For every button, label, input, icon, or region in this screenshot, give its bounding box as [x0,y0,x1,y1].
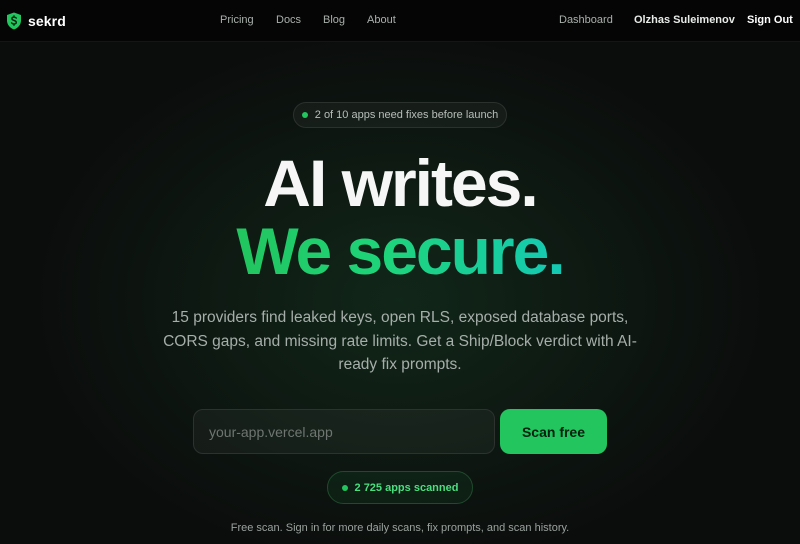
user-profile-link[interactable]: Olzhas Suleimenov [634,14,735,26]
nav-link-pricing[interactable]: Pricing [220,14,254,26]
brand-logo-link[interactable]: sekrd [6,11,66,31]
nav-link-about[interactable]: About [367,14,396,26]
apps-scanned-count: 2 725 apps scanned [354,481,459,494]
hero-description: 15 providers find leaked keys, open RLS,… [163,309,637,373]
scan-free-button[interactable]: Scan free [500,409,607,454]
live-dot-icon [341,484,348,491]
status-badge: 2 of 10 apps need fixes before launch [293,102,507,128]
free-scan-note: Free scan. Sign in for more daily scans,… [230,522,570,534]
sign-out-button[interactable]: Sign Out [747,14,793,26]
headline-line-2-text: We secure. [236,214,565,288]
nav-link-docs[interactable]: Docs [276,14,301,26]
nav-link-blog[interactable]: Blog [323,14,345,26]
landing-page: sekrd Pricing Docs Blog About Dashboard … [0,0,800,544]
headline-line-2: We secure. [0,218,800,284]
status-badge-text: 2 of 10 apps need fixes before launch [314,109,499,121]
headline-line-1: AI writes. [263,146,538,220]
status-dot-icon [301,112,308,118]
nav-link-dashboard[interactable]: Dashboard [559,14,613,26]
app-url-input[interactable] [193,409,495,454]
brand-name: sekrd [28,13,66,29]
apps-scanned-badge: 2 725 apps scanned [327,471,473,504]
top-nav-bar: sekrd Pricing Docs Blog About Dashboard … [0,0,800,42]
shield-dollar-icon [7,12,21,30]
